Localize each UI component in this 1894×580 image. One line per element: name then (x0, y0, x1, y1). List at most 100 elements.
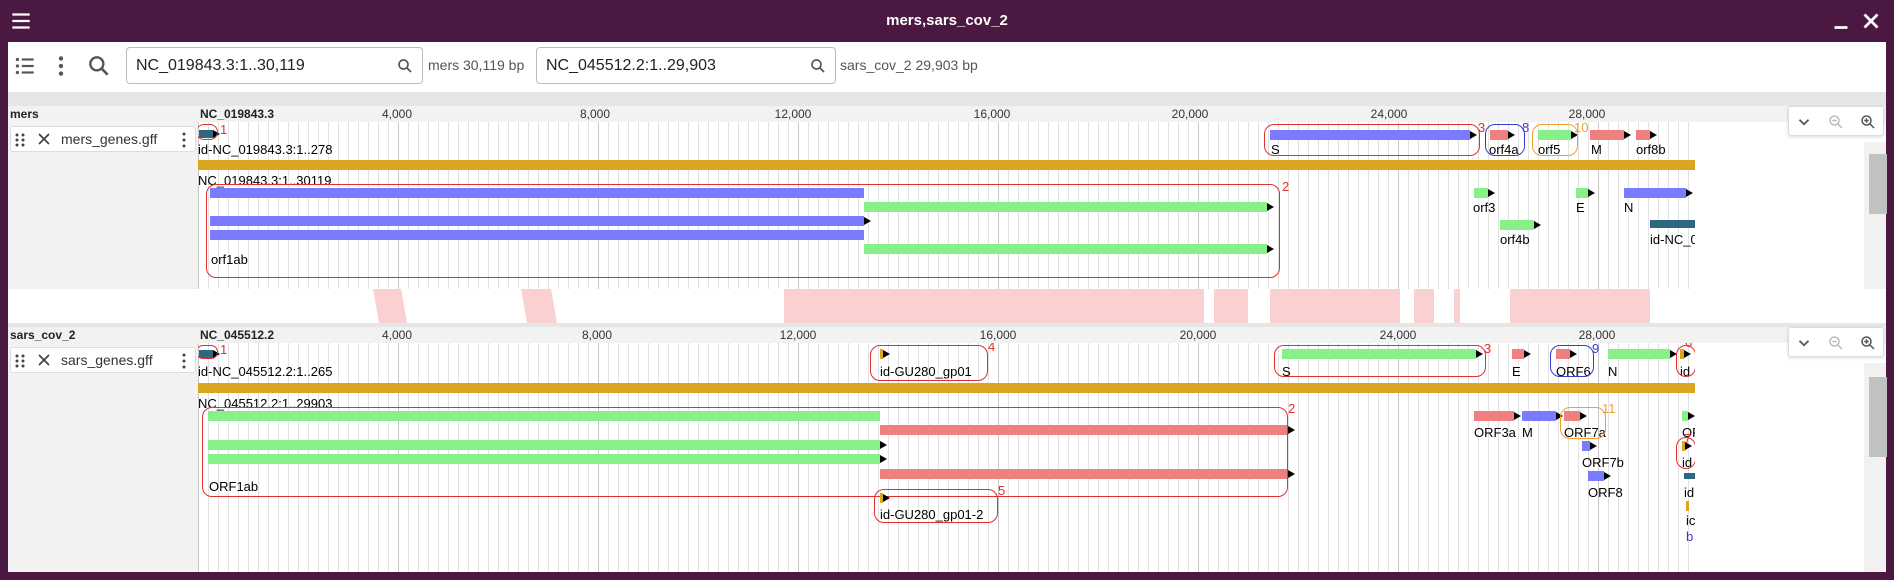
cds-bar[interactable] (1582, 441, 1590, 451)
grid-line (1028, 343, 1029, 572)
zoom-out-icon[interactable] (1827, 113, 1845, 131)
synteny-band (8, 289, 1886, 323)
refname-label: NC_045512.2 (200, 328, 275, 342)
more-vert-icon[interactable] (48, 53, 74, 79)
search-icon[interactable] (396, 57, 414, 75)
cds-bar[interactable] (1500, 220, 1534, 230)
close-icon[interactable] (1858, 8, 1884, 34)
cds-bar[interactable] (1512, 349, 1524, 359)
strand-arrow (1476, 350, 1483, 358)
grid-line (518, 122, 519, 289)
highlight-number: 3 (1484, 343, 1492, 356)
feature-marker[interactable] (1686, 501, 1689, 511)
gene-bar[interactable] (198, 383, 1695, 393)
close-track-icon[interactable] (37, 353, 51, 367)
grid-line (1368, 343, 1369, 572)
scroll-thumb[interactable] (1869, 377, 1887, 457)
track-chip[interactable]: mers_genes.gff (10, 126, 196, 152)
grid-line (768, 122, 769, 289)
grid-line (1218, 343, 1219, 572)
feature-region[interactable] (1684, 473, 1695, 479)
drag-handle-icon[interactable] (14, 354, 26, 368)
cds-bar[interactable] (1636, 130, 1650, 140)
track-list-icon[interactable] (12, 53, 38, 79)
highlight-number: 10 (1574, 122, 1589, 135)
highlight-number: 3 (1478, 122, 1486, 135)
minimize-icon[interactable] (1828, 8, 1854, 34)
close-track-icon[interactable] (37, 132, 51, 146)
cds-bar[interactable] (210, 230, 864, 240)
grid-line (1128, 343, 1129, 572)
track-name: mers_genes.gff (61, 131, 158, 147)
grid-line (388, 122, 389, 289)
grid-line (348, 122, 349, 289)
grid-line (1238, 343, 1239, 572)
cds-bar[interactable] (1588, 471, 1604, 481)
highlight-number: 8 (1522, 122, 1530, 135)
assembly-name: mers (10, 107, 39, 121)
grid-line (1368, 122, 1369, 289)
strand-arrow (1470, 131, 1477, 139)
cds-bar[interactable] (208, 454, 880, 464)
ruler-tick-label: 16,000 (973, 107, 1011, 121)
location-input-sars[interactable]: NC_045512.2:1..29,903 (536, 47, 836, 84)
grid-line (1398, 343, 1399, 572)
gene-bar[interactable] (198, 160, 1695, 170)
cds-bar[interactable] (1490, 130, 1508, 140)
location-input-mers[interactable]: NC_019843.3:1..30,119 (126, 47, 423, 84)
cds-bar[interactable] (210, 188, 864, 198)
scroll-thumb[interactable] (1869, 154, 1887, 214)
more-vert-icon[interactable] (181, 353, 187, 369)
zoom-in-icon[interactable] (1859, 334, 1877, 352)
grid-line (708, 122, 709, 289)
cds-bar[interactable] (1624, 188, 1686, 198)
vertical-scrollbar[interactable] (1864, 142, 1887, 289)
ruler-tick-label: 12,000 (779, 328, 817, 342)
collapse-icon[interactable] (1795, 334, 1813, 352)
cds-bar[interactable] (1474, 188, 1488, 198)
cds-bar[interactable] (1590, 130, 1624, 140)
zoom-out-icon[interactable] (1827, 334, 1845, 352)
cds-bar[interactable] (864, 202, 1267, 212)
cds-bar[interactable] (1576, 188, 1588, 198)
feature-label: orf3 (1473, 200, 1496, 215)
vertical-scrollbar[interactable] (1864, 363, 1887, 572)
grid-line (548, 122, 549, 289)
cds-bar[interactable] (1474, 411, 1514, 421)
drag-handle-icon[interactable] (14, 133, 26, 147)
search-icon[interactable] (809, 57, 827, 75)
cds-bar[interactable] (208, 411, 880, 421)
strand-arrow (1624, 131, 1631, 139)
grid-line (1058, 343, 1059, 572)
track-label-panel: sars_genes.gff (8, 343, 198, 572)
grid-line (978, 343, 979, 572)
feature-region[interactable] (199, 350, 213, 358)
grid-line (1388, 122, 1389, 289)
feature-region[interactable] (1650, 220, 1695, 228)
zoom-in-icon[interactable] (1859, 113, 1877, 131)
feature-region[interactable] (199, 130, 213, 138)
synteny-segment (1414, 289, 1434, 323)
grid-line (528, 122, 529, 289)
more-vert-icon[interactable] (181, 132, 187, 148)
feature-label: E (1576, 200, 1585, 215)
collapse-icon[interactable] (1795, 113, 1813, 131)
grid-line (1268, 343, 1269, 572)
cds-bar[interactable] (864, 244, 1267, 254)
strand-arrow (1524, 350, 1531, 358)
cds-bar[interactable] (1608, 349, 1670, 359)
track-chip[interactable]: sars_genes.gff (10, 347, 196, 373)
cds-bar[interactable] (1270, 130, 1470, 140)
cds-bar[interactable] (1282, 349, 1476, 359)
search-icon[interactable] (86, 53, 112, 79)
grid-line (1388, 343, 1389, 572)
cds-bar[interactable] (1556, 349, 1570, 359)
cds-bar[interactable] (208, 440, 880, 450)
grid-line (1458, 122, 1459, 289)
cds-bar[interactable] (1538, 130, 1571, 140)
cds-bar[interactable] (1522, 411, 1556, 421)
cds-bar[interactable] (880, 425, 1288, 435)
cds-bar[interactable] (1564, 411, 1580, 421)
cds-bar[interactable] (880, 469, 1288, 479)
cds-bar[interactable] (210, 216, 864, 226)
